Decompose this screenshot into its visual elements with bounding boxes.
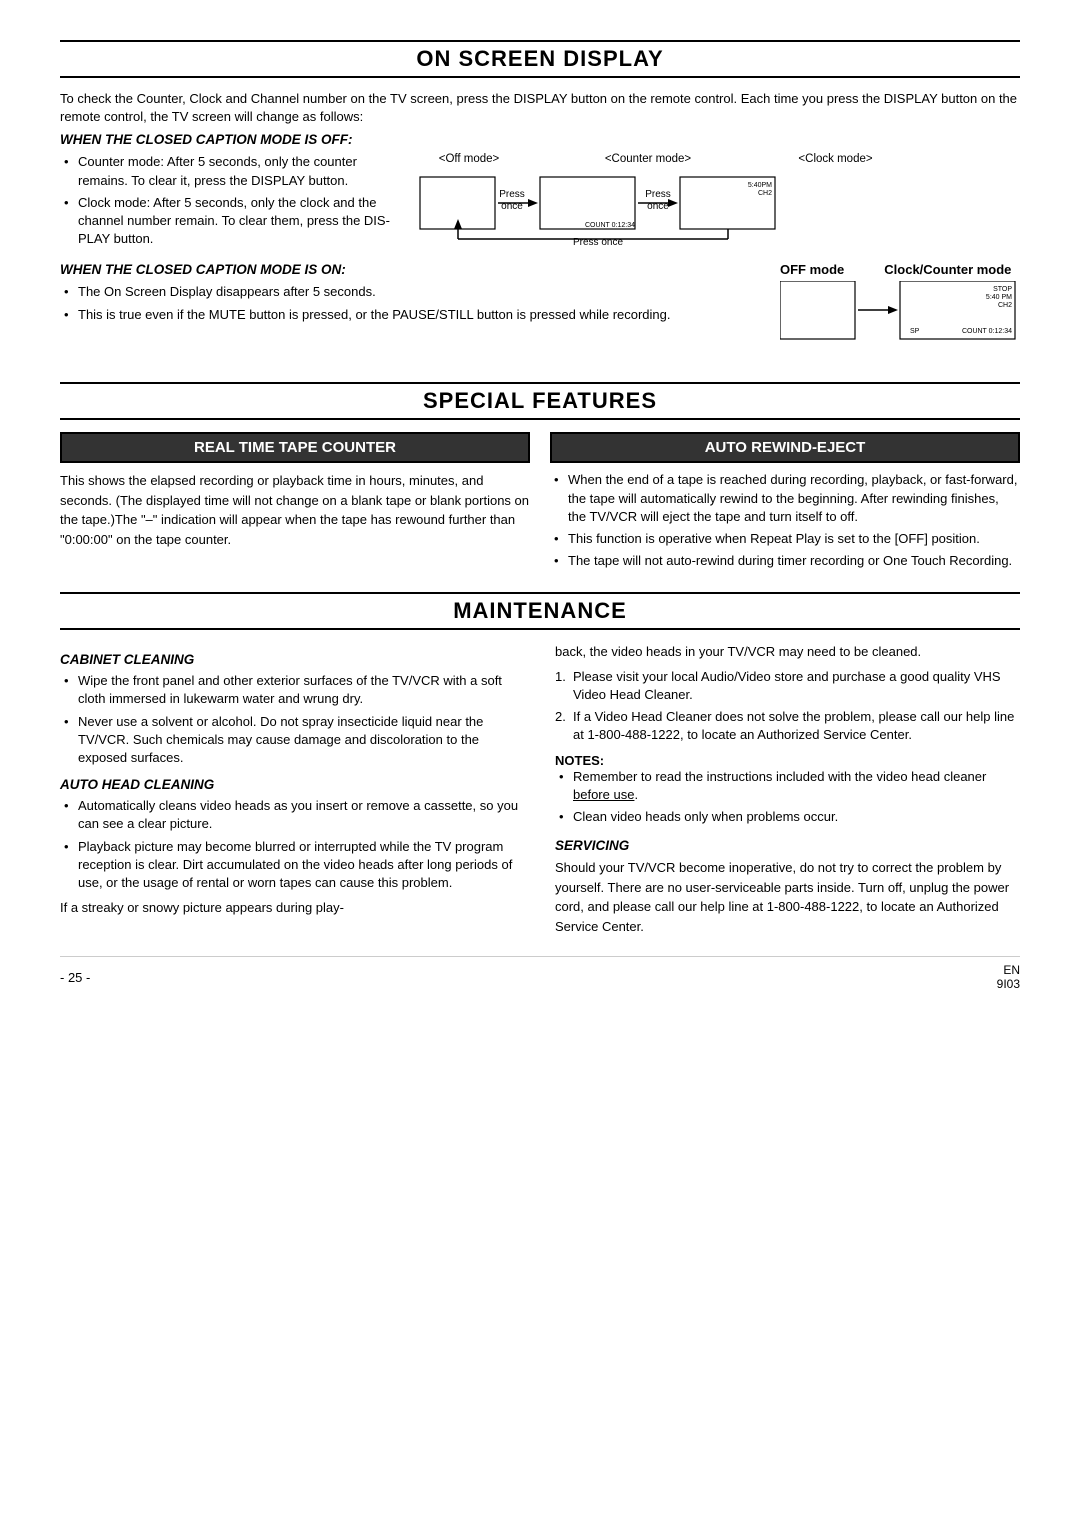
display-diagram-svg: Press once COUNT 0:12:34 Press once 5:40… [420, 167, 920, 247]
auto-rewind-bullet-1: When the end of a tape is reached during… [554, 471, 1020, 526]
svg-text:CH2: CH2 [758, 190, 772, 197]
auto-rewind-header: Auto Rewind-Eject [550, 432, 1020, 463]
clock-mode-label: <Clock mode> [788, 153, 883, 165]
auto-rewind-col: Auto Rewind-Eject When the end of a tape… [550, 432, 1020, 574]
cc-right: OFF mode Clock/Counter mode STOP 5:40 PM… [780, 262, 1020, 364]
maintenance-title: Maintenance [60, 592, 1020, 630]
maint-grid: Cabinet Cleaning Wipe the front panel an… [60, 642, 1020, 936]
maint-right: back, the video heads in your TV/VCR may… [555, 642, 1020, 936]
features-grid: Real Time Tape Counter This shows the el… [60, 432, 1020, 574]
off-mode-label: <Off mode> [430, 153, 508, 165]
cc-on-bullet-1: The On Screen Display disappears after 5… [64, 283, 760, 301]
mode-headers: OFF mode Clock/Counter mode [780, 262, 1020, 277]
real-time-header: Real Time Tape Counter [60, 432, 530, 463]
auto-rewind-bullet-3: The tape will not auto-rewind during tim… [554, 552, 1020, 570]
off-mode-bullets: Counter mode: After 5 seconds, only the … [60, 153, 400, 248]
footer-page: - 25 - [60, 970, 90, 985]
numbered-item-1: 1.Please visit your local Audio/Video st… [555, 668, 1020, 704]
clock-counter-mode-header: Clock/Counter mode [884, 262, 1011, 277]
bullet-clock-mode: Clock mode: After 5 seconds, only the cl… [64, 194, 400, 249]
footer-lang: EN [1003, 963, 1020, 977]
svg-text:COUNT 0:12:34: COUNT 0:12:34 [585, 222, 635, 229]
notes-bullets: Remember to read the instructions includ… [555, 768, 1020, 827]
numbered-item-2: 2.If a Video Head Cleaner does not solve… [555, 708, 1020, 744]
page-title: On Screen Display [60, 40, 1020, 78]
auto-head-bullets: Automatically cleans video heads as you … [60, 797, 525, 892]
page-footer: - 25 - EN 9I03 [60, 956, 1020, 991]
svg-text:Press: Press [499, 189, 525, 200]
cabinet-bullet-2: Never use a solvent or alcohol. Do not s… [64, 713, 525, 768]
notes-bullet-1: Remember to read the instructions includ… [559, 768, 1020, 804]
special-features-title: Special Features [60, 382, 1020, 420]
svg-text:CH2: CH2 [998, 302, 1012, 309]
counter-mode-label: <Counter mode> [598, 153, 698, 165]
right-continuation: back, the video heads in your TV/VCR may… [555, 642, 1020, 662]
off-mode-header: OFF mode [780, 262, 844, 277]
auto-rewind-bullet-2: This function is operative when Repeat P… [554, 530, 1020, 548]
cc-on-bullets: The On Screen Display disappears after 5… [60, 283, 760, 323]
left-col: Counter mode: After 5 seconds, only the … [60, 153, 400, 252]
maintenance-section: Maintenance Cabinet Cleaning Wipe the fr… [60, 592, 1020, 936]
svg-text:STOP: STOP [993, 286, 1012, 293]
real-time-col: Real Time Tape Counter This shows the el… [60, 432, 530, 574]
auto-rewind-bullets: When the end of a tape is reached during… [550, 471, 1020, 570]
cc-off-label: WHEN THE CLOSED CAPTION MODE IS OFF: [60, 132, 1020, 147]
cc-on-section: WHEN THE CLOSED CAPTION MODE IS ON: The … [60, 262, 1020, 364]
svg-text:SP: SP [910, 328, 920, 335]
svg-text:5:40PM: 5:40PM [748, 182, 772, 189]
notes-label: NOTES: [555, 753, 1020, 768]
cabinet-cleaning-title: Cabinet Cleaning [60, 652, 525, 667]
auto-head-title: Auto Head Cleaning [60, 777, 525, 792]
svg-text:COUNT 0:12:34: COUNT 0:12:34 [962, 328, 1012, 335]
cc-on-label: WHEN THE CLOSED CAPTION MODE IS ON: [60, 262, 760, 277]
cc-on-bullet-2: This is true even if the MUTE button is … [64, 306, 760, 324]
auto-head-continuation: If a streaky or snowy picture appears du… [60, 898, 525, 918]
cc-diagram-svg: STOP 5:40 PM CH2 SP COUNT 0:12:34 [780, 281, 1020, 361]
cabinet-bullet-1: Wipe the front panel and other exterior … [64, 672, 525, 708]
svg-text:5:40 PM: 5:40 PM [986, 294, 1012, 301]
cc-layout: WHEN THE CLOSED CAPTION MODE IS ON: The … [60, 262, 1020, 364]
auto-head-bullet-1: Automatically cleans video heads as you … [64, 797, 525, 833]
main-layout: Counter mode: After 5 seconds, only the … [60, 153, 1020, 252]
footer-info: EN 9I03 [997, 963, 1020, 991]
svg-text:Press: Press [645, 189, 671, 200]
servicing-text: Should your TV/VCR become inoperative, d… [555, 858, 1020, 936]
intro-text: To check the Counter, Clock and Channel … [60, 90, 1020, 126]
special-features-section: Special Features Real Time Tape Counter … [60, 382, 1020, 574]
bullet-counter-mode: Counter mode: After 5 seconds, only the … [64, 153, 400, 189]
diagram-area: <Off mode> <Counter mode> <Clock mode> P… [420, 153, 1020, 252]
cc-left: WHEN THE CLOSED CAPTION MODE IS ON: The … [60, 262, 760, 364]
real-time-text: This shows the elapsed recording or play… [60, 471, 530, 549]
numbered-list: 1.Please visit your local Audio/Video st… [555, 668, 1020, 745]
auto-head-bullet-2: Playback picture may become blurred or i… [64, 838, 525, 893]
maint-left: Cabinet Cleaning Wipe the front panel an… [60, 642, 525, 936]
footer-code: 9I03 [997, 977, 1020, 991]
servicing-title: Servicing [555, 838, 1020, 853]
cabinet-bullets: Wipe the front panel and other exterior … [60, 672, 525, 767]
notes-bullet-2: Clean video heads only when problems occ… [559, 808, 1020, 826]
